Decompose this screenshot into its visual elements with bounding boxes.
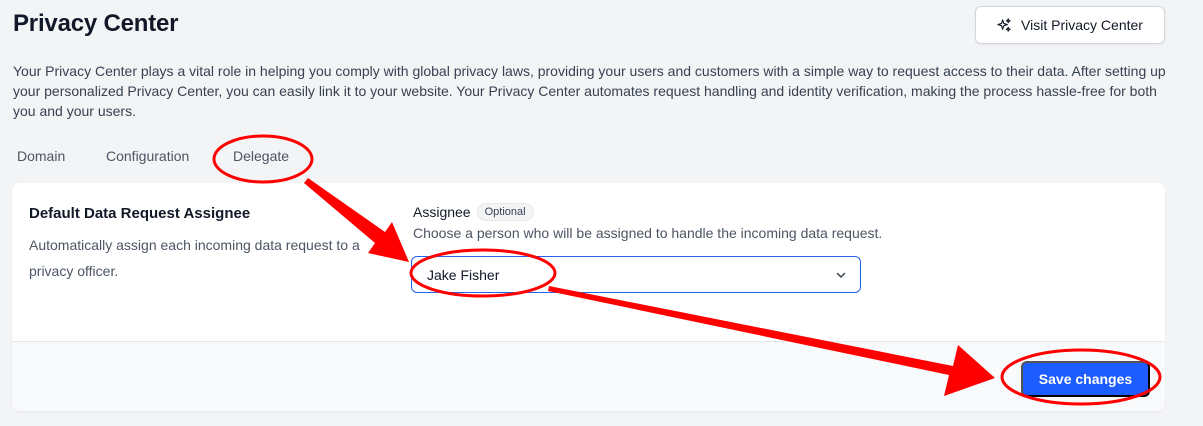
- assignee-label-row: Assignee Optional: [413, 203, 534, 221]
- assignee-selected-value: Jake Fisher: [427, 266, 500, 283]
- assignee-card: Default Data Request Assignee Automatica…: [12, 183, 1165, 411]
- visit-button-label: Visit Privacy Center: [1021, 17, 1143, 33]
- section-description: Automatically assign each incoming data …: [29, 237, 360, 279]
- tab-configuration[interactable]: Configuration: [106, 148, 233, 164]
- visit-privacy-center-button[interactable]: Visit Privacy Center: [975, 6, 1165, 44]
- save-changes-button[interactable]: Save changes: [1021, 361, 1150, 397]
- assignee-label: Assignee: [413, 204, 471, 220]
- section-title: Default Data Request Assignee: [29, 205, 251, 222]
- optional-badge: Optional: [476, 203, 534, 221]
- assignee-select[interactable]: Jake Fisher: [411, 256, 861, 293]
- tab-domain[interactable]: Domain: [17, 148, 106, 164]
- tab-bar: Domain Configuration Delegate: [17, 148, 289, 164]
- card-footer: [12, 341, 1165, 411]
- page-description: Your Privacy Center plays a vital role i…: [13, 63, 1166, 119]
- sparkles-icon: [997, 17, 1011, 32]
- page-title: Privacy Center: [13, 10, 179, 37]
- tab-delegate[interactable]: Delegate: [233, 148, 289, 164]
- assignee-help-text: Choose a person who will be assigned to …: [413, 225, 883, 241]
- chevron-down-icon: [836, 272, 846, 278]
